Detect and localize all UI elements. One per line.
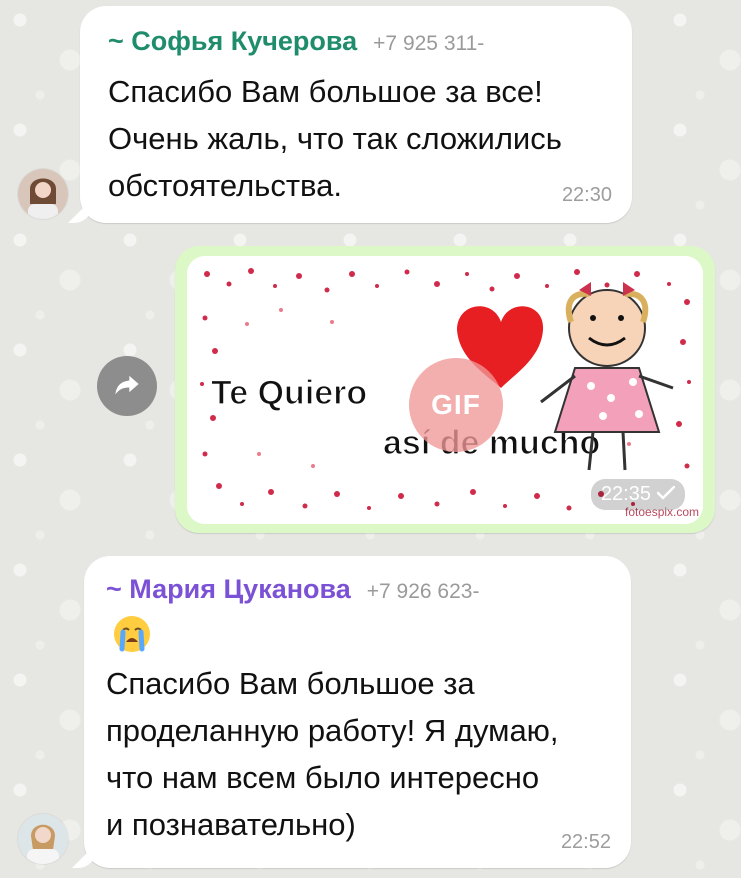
message-line: Спасибо Вам большое за все! — [108, 74, 543, 109]
crying-face-icon — [112, 614, 152, 659]
message-line: что нам всем было интересно — [106, 760, 540, 795]
sender-phone: +7 925 311- — [373, 32, 485, 55]
message-time: 22:30 — [561, 184, 612, 206]
message-line: Спасибо Вам большое за — [106, 666, 475, 701]
gif-time: 22:35 — [600, 483, 651, 505]
gif-play-badge[interactable]: GIF — [409, 358, 503, 452]
message-bubble-maria[interactable]: ~ Мария Цуканова +7 926 623- Спасибо Вам… — [84, 556, 631, 868]
gif-message-bubble[interactable]: Te Quiero así de mucho fotoespix.com GIF… — [175, 246, 715, 533]
message-time: 22:52 — [560, 831, 611, 853]
forward-button[interactable] — [97, 356, 157, 416]
sender-name[interactable]: ~ Мария Цуканова — [106, 574, 351, 605]
gif-media[interactable]: Te Quiero así de mucho fotoespix.com GIF… — [187, 256, 703, 524]
sender-row: ~ Софья Кучерова +7 925 311- — [108, 26, 484, 57]
checkmark-icon — [656, 483, 676, 506]
sender-avatar-maria[interactable] — [18, 814, 68, 864]
message-text: Спасибо Вам большое за все! Очень жаль, … — [108, 68, 628, 209]
gif-time-indicator: 22:35 — [590, 479, 685, 510]
forward-arrow-icon — [113, 370, 141, 403]
message-line: проделанную работу! Я думаю, — [106, 713, 559, 748]
sender-row: ~ Мария Цуканова +7 926 623- — [106, 574, 479, 605]
message-line: и познавательно) — [106, 807, 356, 842]
avatar-image — [18, 814, 68, 864]
sender-avatar-sofia[interactable] — [18, 169, 68, 219]
sender-phone: +7 926 623- — [366, 580, 480, 603]
avatar-image — [18, 169, 68, 219]
gif-text-line-1: Te Quiero — [211, 374, 367, 412]
message-line: Очень жаль, что так сложились — [108, 121, 562, 156]
message-bubble-sofia[interactable]: ~ Софья Кучерова +7 925 311- Спасибо Вам… — [80, 6, 632, 223]
message-line: обстоятельства. — [108, 168, 342, 203]
sender-name[interactable]: ~ Софья Кучерова — [108, 26, 357, 57]
message-text: Спасибо Вам большое за проделанную работ… — [106, 660, 626, 848]
